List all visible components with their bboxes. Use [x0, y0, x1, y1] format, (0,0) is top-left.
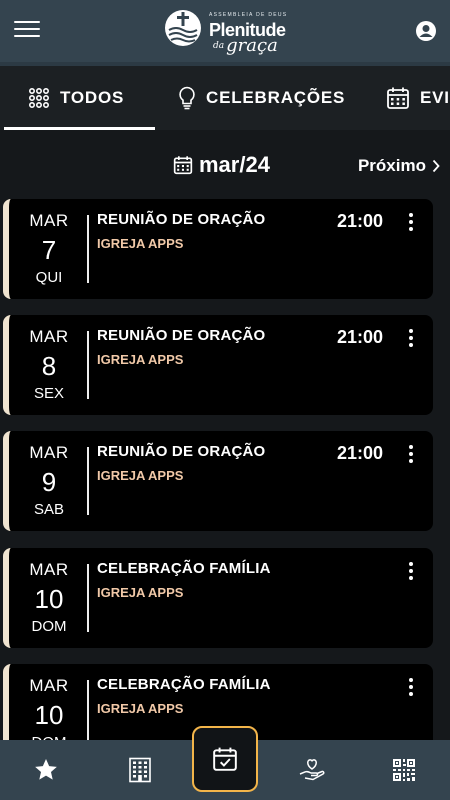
- event-date: MAR 10 DOM: [19, 560, 79, 635]
- building-icon: [129, 757, 151, 783]
- more-vertical-icon[interactable]: [407, 213, 415, 233]
- qr-code-icon: [393, 759, 415, 781]
- logo-script-prefix: da: [213, 41, 225, 51]
- event-month: MAR: [29, 211, 69, 230]
- app-header: ASSEMBLEIA DE DEUS Plenitude da graça: [0, 0, 450, 62]
- logo-script-text: graça: [226, 35, 278, 56]
- tab-label: EVI: [420, 88, 450, 107]
- calendar-check-icon: [213, 747, 237, 771]
- event-card[interactable]: MAR 9 SAB REUNIÃO DE ORAÇÃO IGREJA APPS …: [3, 431, 433, 531]
- event-month: MAR: [29, 560, 69, 579]
- category-tabs: TODOS CELEBRAÇÕES EVI: [0, 62, 450, 130]
- tab-todos[interactable]: TODOS: [3, 66, 156, 130]
- star-icon: [35, 758, 57, 780]
- nav-donation[interactable]: [296, 754, 328, 786]
- event-time: 21:00: [337, 443, 384, 463]
- lightbulb-icon: [179, 86, 195, 110]
- event-organizer: IGREJA APPS: [97, 585, 184, 600]
- date-divider: [87, 564, 89, 632]
- logo-small-text: ASSEMBLEIA DE DEUS: [209, 12, 288, 18]
- nav-favorites[interactable]: [30, 754, 62, 786]
- more-vertical-icon[interactable]: [407, 445, 415, 465]
- event-day: 10: [34, 700, 64, 730]
- donation-heart-hand-icon: [299, 759, 325, 781]
- chevron-right-icon: [432, 159, 440, 173]
- event-title: REUNIÃO DE ORAÇÃO: [97, 443, 266, 460]
- event-day: 10: [34, 584, 64, 614]
- grid-dots-icon: [28, 87, 50, 109]
- tab-label: TODOS: [60, 88, 125, 107]
- current-month-label: mar/24: [199, 152, 270, 177]
- event-organizer: IGREJA APPS: [97, 468, 184, 483]
- tab-eventos[interactable]: EVI: [386, 66, 450, 130]
- event-title: REUNIÃO DE ORAÇÃO: [97, 211, 266, 228]
- date-divider: [87, 447, 89, 515]
- event-card[interactable]: MAR 7 QUI REUNIÃO DE ORAÇÃO IGREJA APPS …: [3, 199, 433, 299]
- event-day: 8: [41, 351, 57, 381]
- date-divider: [87, 331, 89, 399]
- logo-script: da graça: [213, 35, 278, 56]
- calendar-icon: [173, 156, 193, 175]
- calendar-icon: [387, 87, 409, 109]
- tab-label: CELEBRAÇÕES: [206, 88, 346, 107]
- event-date: MAR 8 SEX: [19, 327, 79, 402]
- event-card[interactable]: MAR 10 DOM CELEBRAÇÃO FAMÍLIA IGREJA APP…: [3, 548, 433, 648]
- event-weekday: SAB: [33, 501, 64, 518]
- event-card[interactable]: MAR 8 SEX REUNIÃO DE ORAÇÃO IGREJA APPS …: [3, 315, 433, 415]
- event-date: MAR 9 SAB: [19, 443, 79, 518]
- date-divider: [87, 680, 89, 748]
- event-title: CELEBRAÇÃO FAMÍLIA: [97, 560, 271, 577]
- more-vertical-icon[interactable]: [407, 562, 415, 582]
- event-month: MAR: [29, 676, 69, 695]
- event-day: 7: [41, 235, 57, 265]
- app-logo: ASSEMBLEIA DE DEUS Plenitude da graça: [163, 8, 293, 56]
- month-navigation: mar/24 Próximo: [0, 148, 450, 188]
- event-organizer: IGREJA APPS: [97, 236, 184, 251]
- event-time: 21:00: [337, 211, 384, 231]
- event-weekday: SEX: [33, 385, 64, 402]
- event-title: REUNIÃO DE ORAÇÃO: [97, 327, 266, 344]
- hamburger-icon[interactable]: [14, 21, 40, 41]
- account-circle-icon[interactable]: [415, 20, 437, 42]
- date-divider: [87, 215, 89, 283]
- more-vertical-icon[interactable]: [407, 329, 415, 349]
- more-vertical-icon[interactable]: [407, 678, 415, 698]
- event-weekday: QUI: [35, 269, 63, 286]
- next-month-button[interactable]: Próximo: [358, 156, 440, 176]
- event-organizer: IGREJA APPS: [97, 352, 184, 367]
- church-emblem-icon: [165, 10, 201, 46]
- event-month: MAR: [29, 443, 69, 462]
- nav-calendar[interactable]: [192, 726, 258, 792]
- event-organizer: IGREJA APPS: [97, 701, 184, 716]
- nav-church[interactable]: [124, 754, 156, 786]
- event-weekday: DOM: [31, 618, 67, 635]
- current-month: mar/24: [173, 152, 270, 178]
- event-month: MAR: [29, 327, 69, 346]
- event-time: 21:00: [337, 327, 384, 347]
- tab-celebracoes[interactable]: CELEBRAÇÕES: [178, 66, 345, 130]
- event-date: MAR 7 QUI: [19, 211, 79, 286]
- next-month-label: Próximo: [357, 156, 426, 175]
- nav-qr-code[interactable]: [388, 754, 420, 786]
- event-title: CELEBRAÇÃO FAMÍLIA: [97, 676, 271, 693]
- event-day: 9: [41, 467, 57, 497]
